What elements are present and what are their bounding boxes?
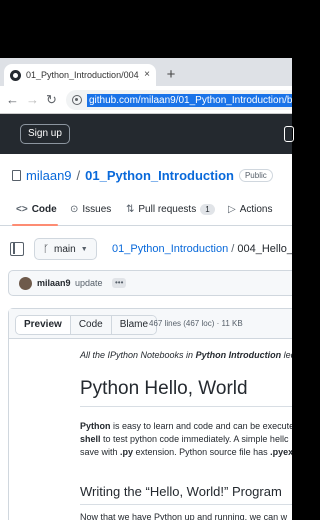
preview-button[interactable]: Preview: [16, 316, 70, 334]
branch-icon: ᚴ: [43, 243, 49, 255]
heading-divider: [80, 406, 292, 407]
tab-pull-requests[interactable]: ⇅ Pull requests 1: [126, 204, 215, 215]
commit-message[interactable]: update: [75, 278, 103, 288]
sign-up-button[interactable]: Sign up: [20, 124, 70, 144]
top-black-area: [0, 0, 292, 58]
line-text: save with: [80, 447, 121, 457]
paragraph-line: Python is easy to learn and code and can…: [80, 420, 292, 433]
notebook-heading: Python Hello, World: [80, 378, 248, 399]
branch-selector-button[interactable]: ᚴ main ▼: [34, 238, 97, 260]
tab-actions[interactable]: ▷ Actions: [228, 204, 273, 215]
new-tab-button[interactable]: +: [162, 66, 180, 84]
browser-chrome: 01_Python_Introduction/004_Hel × + ← → ↻…: [0, 58, 292, 114]
line-text: extension. Python source file has: [133, 447, 271, 457]
visibility-badge: Public: [238, 169, 273, 182]
subheading-divider: [80, 504, 292, 505]
active-tab-underline: [12, 224, 58, 226]
commit-author[interactable]: milaan9: [37, 278, 71, 288]
site-info-icon[interactable]: [72, 95, 82, 105]
notebook-subheading: Writing the “Hello, World!” Program: [80, 484, 282, 499]
branch-row: ᚴ main ▼ 01_Python_Introduction / 004_He…: [0, 238, 292, 266]
repo-nav-tabs: <> Code ⊙ Issues ⇅ Pull requests 1 ▷ Act…: [0, 198, 292, 226]
bold-py: .py: [120, 447, 134, 457]
avatar[interactable]: [19, 277, 32, 290]
breadcrumb-repo-link[interactable]: 01_Python_Introduction: [112, 243, 228, 255]
tab-label: Actions: [239, 204, 273, 215]
bold-python: Python: [80, 421, 111, 431]
line-text: is easy to learn and code and can be exe…: [110, 421, 292, 431]
repo-icon: [12, 170, 21, 181]
tab-issues[interactable]: ⊙ Issues: [70, 204, 111, 215]
actions-icon: ▷: [228, 204, 236, 215]
line-text: to test python code immediately. A simpl…: [100, 434, 289, 444]
pull-request-icon: ⇅: [126, 204, 135, 215]
breadcrumb-separator: /: [231, 243, 235, 255]
intro-suffix: lec: [283, 350, 292, 360]
breadcrumb: 01_Python_Introduction / 004_Hello_W: [112, 243, 292, 255]
latest-commit-box: milaan9 update •••: [8, 270, 292, 296]
repo-separator: /: [76, 168, 81, 183]
branch-name: main: [54, 243, 76, 255]
omnibox[interactable]: github.com/milaan9/01_Python_Introductio…: [66, 90, 292, 110]
bold-shell: shell: [80, 434, 101, 444]
tab-label: Pull requests: [138, 204, 197, 215]
code-button[interactable]: Code: [69, 316, 111, 334]
github-favicon-icon: [10, 69, 21, 81]
url-text[interactable]: github.com/milaan9/01_Python_Introductio…: [87, 93, 292, 107]
intro-link[interactable]: Python Introduction: [196, 350, 282, 360]
repo-name-link[interactable]: 01_Python_Introduction: [85, 168, 234, 183]
tab-label: Issues: [82, 204, 112, 215]
forward-arrow-icon[interactable]: →: [26, 92, 39, 108]
pull-request-count-badge: 1: [200, 204, 215, 215]
back-arrow-icon[interactable]: ←: [6, 92, 19, 108]
file-toolbar: Preview Code Blame 467 lines (467 loc) ·…: [9, 309, 292, 339]
side-panel-icon[interactable]: [10, 242, 24, 256]
repo-owner-link[interactable]: milaan9: [26, 168, 72, 183]
tab-strip: 01_Python_Introduction/004_Hel × +: [0, 58, 292, 86]
header-menu-icon[interactable]: [284, 126, 294, 142]
github-page: milaan9 / 01_Python_Introduction Public …: [0, 154, 292, 520]
caret-down-icon: ▼: [80, 245, 88, 253]
paragraph-line: shell to test python code immediately. A…: [80, 433, 292, 446]
issues-icon: ⊙: [70, 204, 79, 215]
paragraph-intro: Python is easy to learn and code and can…: [80, 420, 292, 459]
repo-header: milaan9 / 01_Python_Introduction Public: [12, 168, 273, 183]
commit-expand-button[interactable]: •••: [112, 278, 127, 288]
intro-prefix: All the IPython Notebooks in: [80, 350, 196, 360]
intro-text: All the IPython Notebooks in Python Intr…: [80, 350, 292, 360]
tab-code[interactable]: <> Code: [16, 204, 57, 215]
github-header: Sign up: [0, 114, 294, 154]
tab-label: Code: [31, 204, 57, 215]
paragraph-next: Now that we have Python up and running, …: [80, 512, 288, 520]
tab-close-icon[interactable]: ×: [144, 70, 150, 80]
breadcrumb-file: 004_Hello_W: [237, 243, 292, 255]
view-mode-switch: Preview Code Blame: [15, 315, 158, 335]
tab-title: 01_Python_Introduction/004_Hel: [26, 70, 139, 80]
file-info: 467 lines (467 loc) · 11 KB: [149, 319, 243, 328]
reload-icon[interactable]: ↻: [46, 92, 57, 108]
browser-tab[interactable]: 01_Python_Introduction/004_Hel ×: [4, 64, 156, 86]
paragraph-line: save with .py extension. Python source f…: [80, 446, 292, 459]
bold-pyext: .pyex: [270, 447, 292, 457]
address-bar: ← → ↻ github.com/milaan9/01_Python_Intro…: [0, 86, 292, 114]
code-icon: <>: [16, 204, 28, 215]
